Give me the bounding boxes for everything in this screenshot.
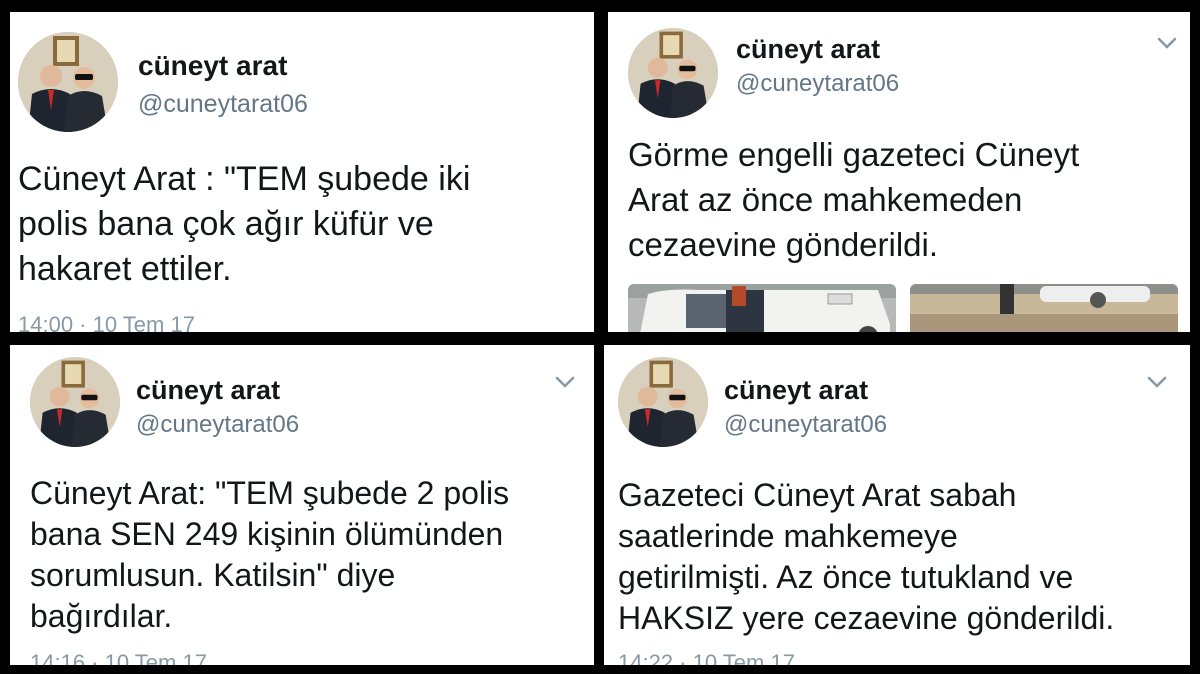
tweet-card-4: cüneyt arat @cuneytarat06 Gazeteci Cüney… [604,345,1190,665]
display-name[interactable]: cüneyt arat [136,375,280,406]
user-handle[interactable]: @cuneytarat06 [736,70,899,98]
tweet-text: Cüneyt Arat : "TEM şubede iki polis bana… [18,160,471,288]
avatar[interactable] [628,28,718,118]
tweet-timestamp[interactable]: 14:00 · 10 Tem 17 [18,312,195,332]
media-photo-1[interactable] [628,284,896,332]
tweet-timestamp[interactable]: 14:22 · 10 Tem 17 [618,650,795,665]
photo-street [910,284,1178,332]
chevron-down-icon[interactable] [1156,36,1178,50]
photo-van [628,284,896,332]
tweet-text: Görme engelli gazeteci Cüneyt Arat az ön… [628,136,1080,263]
chevron-down-icon[interactable] [1146,375,1168,389]
avatar[interactable] [18,32,118,132]
tweet-text: Gazeteci Cüneyt Arat sabah saatlerinde m… [618,477,1115,636]
avatar[interactable] [618,357,708,447]
profile-photo [618,357,708,447]
avatar[interactable] [30,357,120,447]
tweet-text: Cüneyt Arat: "TEM şubede 2 polis bana SE… [30,475,510,634]
chevron-down-icon[interactable] [554,375,576,389]
tweet-card-1: cüneyt arat @cuneytarat06 Cüneyt Arat : … [10,12,594,332]
display-name[interactable]: cüneyt arat [724,375,868,406]
profile-photo [30,357,120,447]
user-handle[interactable]: @cuneytarat06 [136,411,299,439]
profile-photo [18,32,118,132]
display-name[interactable]: cüneyt arat [138,50,287,82]
user-handle[interactable]: @cuneytarat06 [724,411,887,439]
tweet-card-3: cüneyt arat @cuneytarat06 Cüneyt Arat: "… [10,345,594,665]
display-name[interactable]: cüneyt arat [736,34,880,65]
tweet-timestamp[interactable]: 14:16 · 10 Tem 17 [30,650,207,665]
tweet-card-2: cüneyt arat @cuneytarat06 Görme engelli … [608,12,1190,332]
profile-photo [628,28,718,118]
media-photo-2[interactable] [910,284,1178,332]
user-handle[interactable]: @cuneytarat06 [138,90,308,119]
